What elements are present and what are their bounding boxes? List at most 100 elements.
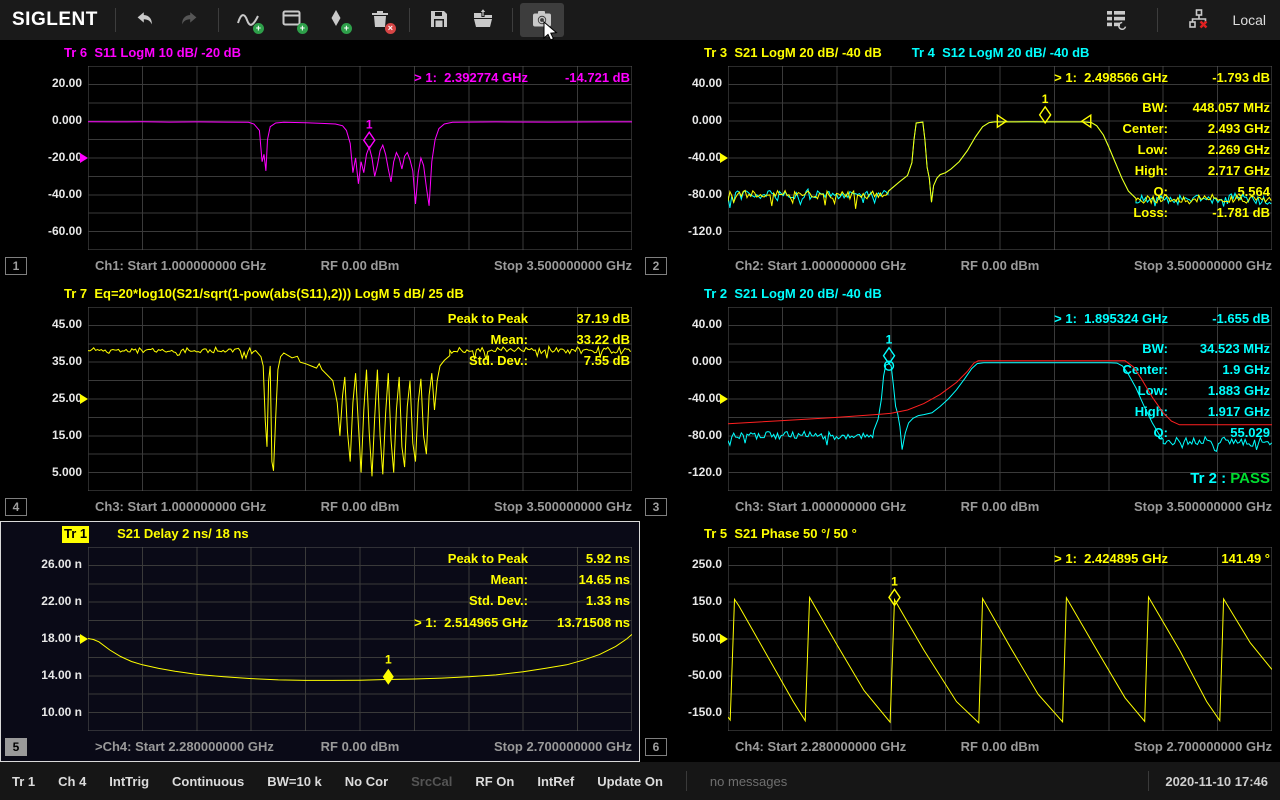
panel-6[interactable]: Tr 5 S21 Phase 50 °/ 50 °250.0150.050.00… — [640, 521, 1280, 762]
marker-diamond-icon[interactable] — [1040, 107, 1051, 123]
trace-curve — [728, 361, 1272, 425]
y-axis-label: -50.00 — [642, 668, 722, 682]
status-separator — [686, 771, 687, 791]
trace-header: Tr 1 S21 Delay 2 ns/ 18 ns — [62, 526, 251, 543]
save-button[interactable] — [417, 3, 461, 37]
status-item-bw-10-k[interactable]: BW=10 k — [267, 774, 322, 789]
panel-5[interactable]: Tr 1 S21 Delay 2 ns/ 18 ns 26.00 n 22.00 n 1… — [0, 521, 640, 762]
reference-level-marker-icon[interactable] — [720, 153, 728, 163]
status-bar-right: 2020-11-10 17:46 — [1148, 762, 1280, 800]
redo-button[interactable] — [167, 3, 211, 37]
y-axis-label: -120.0 — [642, 465, 722, 479]
undo-button[interactable] — [123, 3, 167, 37]
reference-level-marker-icon[interactable] — [80, 394, 88, 404]
reference-level-marker-icon[interactable] — [720, 394, 728, 404]
vna-app: SIGLENT + + + × Local Tr 6 S11 LogM 10 dB/ … — [0, 0, 1280, 800]
trace-plot[interactable]: 1 — [88, 66, 632, 255]
y-axis-label: -150.0 — [642, 705, 722, 719]
network-error-button[interactable] — [1177, 3, 1221, 37]
display-layout-button[interactable] — [1094, 3, 1138, 37]
add-window-button[interactable]: + — [270, 3, 314, 37]
trace-label[interactable]: Tr 5 S21 Phase 50 °/ 50 ° — [702, 526, 859, 543]
toolbar-separator — [512, 8, 513, 32]
trace-label[interactable]: Tr 1 — [62, 526, 89, 543]
trace-label[interactable]: Tr 6 S11 LogM 10 dB/ -20 dB — [62, 45, 243, 62]
y-axis-label: 26.00 n — [2, 557, 82, 571]
trace-plot[interactable]: 1 — [728, 547, 1272, 736]
trace-header: Tr 7 Eq=20*log10(S21/sqrt(1-pow(abs(S11)… — [62, 286, 466, 303]
status-item-inttrig[interactable]: IntTrig — [109, 774, 149, 789]
status-item-update-on[interactable]: Update On — [597, 774, 663, 789]
add-marker-button[interactable]: + — [314, 3, 358, 37]
reference-level-marker-icon[interactable] — [720, 634, 728, 644]
reference-level-marker-icon[interactable] — [80, 634, 88, 644]
y-axis-label: -40.00 — [642, 150, 722, 164]
toolbar-right-buttons — [1094, 3, 1221, 37]
y-axis-label: 40.00 — [642, 76, 722, 90]
save-icon — [427, 7, 451, 34]
channel-stop-label: Stop 3.500000000 GHz — [494, 499, 632, 514]
y-axis-label: 0.000 — [642, 354, 722, 368]
open-button[interactable] — [461, 3, 505, 37]
panel-1[interactable]: Tr 6 S11 LogM 10 dB/ -20 dB20.000.000-20… — [0, 40, 640, 281]
marker-label: 1 — [886, 333, 893, 347]
toolbar-buttons: + + + × — [108, 3, 564, 37]
y-axis-label: 45.00 — [2, 317, 82, 331]
remove-badge-icon: × — [385, 23, 396, 34]
trace-plot[interactable]: 1 — [728, 66, 1272, 255]
window-number-badge: 5 — [5, 738, 27, 756]
datetime-label: 2020-11-10 17:46 — [1165, 774, 1268, 789]
y-axis-label: 10.00 n — [2, 705, 82, 719]
redo-icon — [177, 7, 201, 34]
add-badge-icon: + — [341, 23, 352, 34]
status-item-rf-on[interactable]: RF On — [475, 774, 514, 789]
trace-plot[interactable]: 1 — [728, 307, 1272, 496]
toolbar-right: Local — [1094, 0, 1280, 40]
channel-stop-label: Stop 2.700000000 GHz — [494, 739, 632, 754]
panel-4[interactable]: Tr 7 Eq=20*log10(S21/sqrt(1-pow(abs(S11)… — [0, 281, 640, 521]
reference-level-marker-icon[interactable] — [80, 153, 88, 163]
delete-button[interactable]: × — [358, 3, 402, 37]
y-axis-label: 35.00 — [2, 354, 82, 368]
trace-curve — [728, 122, 1271, 208]
panel-2[interactable]: Tr 3 S21 LogM 20 dB/ -40 dB Tr 4 S12 LogM… — [640, 40, 1280, 281]
status-item-continuous[interactable]: Continuous — [172, 774, 244, 789]
y-axis-label: 22.00 n — [2, 594, 82, 608]
bw-left-marker-icon — [997, 115, 1006, 127]
add-badge-icon: + — [253, 23, 264, 34]
y-axis-label: 25.00 — [2, 391, 82, 405]
status-item-ch-4[interactable]: Ch 4 — [58, 774, 86, 789]
trace-label[interactable]: Tr 7 Eq=20*log10(S21/sqrt(1-pow(abs(S11)… — [62, 286, 466, 303]
add-trace-button[interactable]: + — [226, 3, 270, 37]
y-axis-label: -80.00 — [642, 428, 722, 442]
trace-curve — [88, 122, 632, 206]
trace-label[interactable]: Tr 2 S21 LogM 20 dB/ -40 dB — [702, 286, 884, 303]
trace-label[interactable]: Tr 4 S12 LogM 20 dB/ -40 dB — [910, 45, 1092, 62]
marker-label: 1 — [891, 574, 898, 588]
panel-3[interactable]: Tr 2 S21 LogM 20 dB/ -40 dB40.000.000-40… — [640, 281, 1280, 521]
trace-plot[interactable] — [88, 307, 632, 496]
y-axis-label: 50.00 — [642, 631, 722, 645]
trace-header: Tr 2 S21 LogM 20 dB/ -40 dB — [702, 286, 884, 303]
trace-label[interactable]: Tr 3 S21 LogM 20 dB/ -40 dB — [702, 45, 884, 62]
status-item-no-cor[interactable]: No Cor — [345, 774, 388, 789]
y-axis-label: 0.000 — [2, 113, 82, 127]
y-axis-label: 0.000 — [642, 113, 722, 127]
y-axis-label: 20.00 — [2, 76, 82, 90]
mode-label: Local — [1233, 12, 1266, 28]
trace-label[interactable]: S21 Delay 2 ns/ 18 ns — [115, 526, 251, 543]
display-layout-icon — [1104, 7, 1128, 34]
status-item-srccal[interactable]: SrcCal — [411, 774, 452, 789]
status-item-tr-1[interactable]: Tr 1 — [12, 774, 35, 789]
channel-stop-label: Stop 3.500000000 GHz — [1134, 499, 1272, 514]
y-axis-label: -60.00 — [2, 224, 82, 238]
y-axis-label: -120.0 — [642, 224, 722, 238]
status-item-intref[interactable]: IntRef — [537, 774, 574, 789]
trace-plot[interactable]: 1 — [88, 547, 632, 736]
mouse-cursor — [543, 21, 561, 50]
channel-stop-label: Stop 3.500000000 GHz — [494, 258, 632, 273]
siglent-logo: SIGLENT — [12, 9, 98, 31]
trace-curve — [88, 634, 632, 680]
marker-diamond-icon[interactable] — [383, 669, 394, 685]
toolbar-separator — [1157, 8, 1158, 32]
